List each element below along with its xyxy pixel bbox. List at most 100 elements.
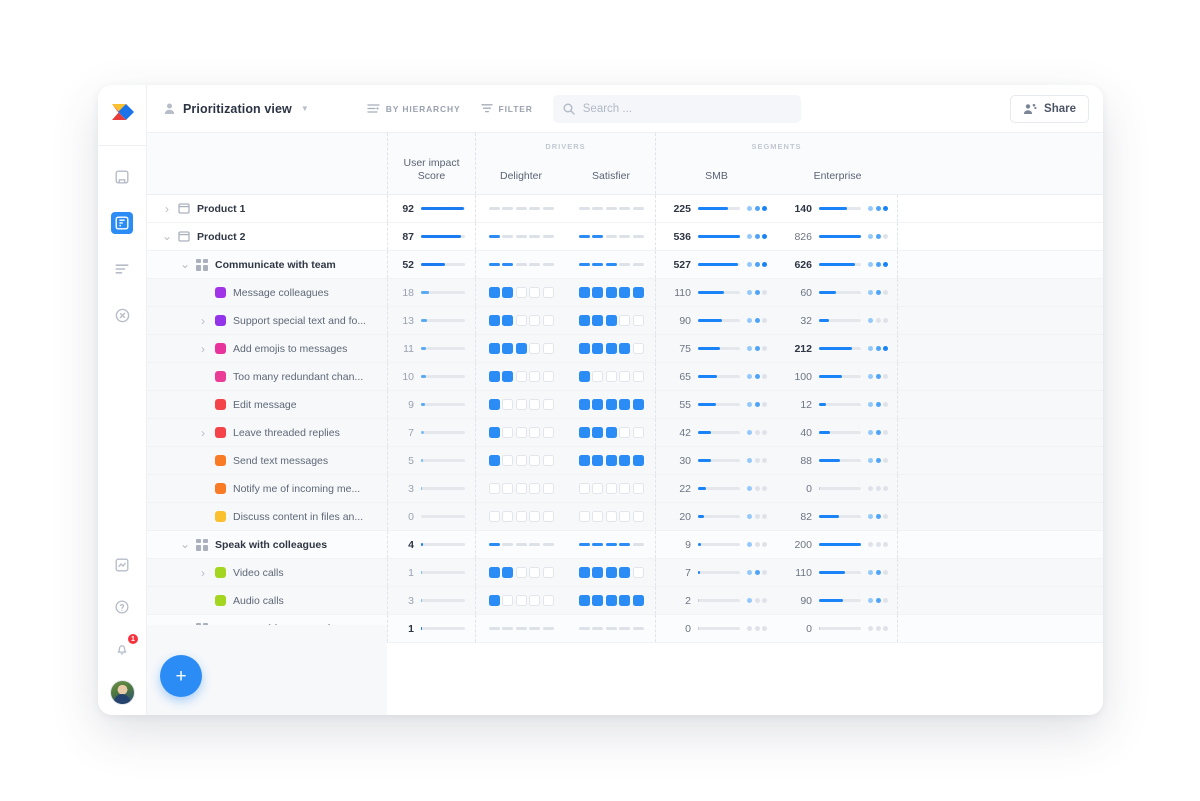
delighter-cell[interactable] — [476, 531, 566, 558]
enterprise-cell[interactable]: 826 — [777, 223, 898, 250]
enterprise-cell[interactable]: 212 — [777, 335, 898, 362]
row-score-cell[interactable]: 52 — [387, 251, 475, 278]
enterprise-cell[interactable]: 200 — [777, 531, 898, 558]
reports-icon[interactable] — [111, 554, 133, 576]
table-row[interactable]: › Support special text and fo... 13 90 32 — [147, 307, 1103, 335]
share-button[interactable]: Share — [1010, 94, 1089, 123]
delighter-cell[interactable] — [476, 223, 566, 250]
row-tree-cell[interactable]: Edit message — [147, 391, 387, 418]
delighter-cell[interactable] — [476, 335, 566, 362]
row-score-cell[interactable]: 87 — [387, 223, 475, 250]
smb-cell[interactable]: 30 — [656, 447, 777, 474]
twisty-expanded[interactable]: ⌄ — [159, 230, 175, 242]
enterprise-cell[interactable]: 90 — [777, 587, 898, 614]
header-satisfier[interactable]: Satisfier — [566, 151, 656, 194]
board-icon[interactable] — [111, 166, 133, 188]
delighter-cell[interactable] — [476, 475, 566, 502]
satisfier-cell[interactable] — [566, 475, 656, 502]
smb-cell[interactable]: 22 — [656, 475, 777, 502]
table-row[interactable]: Audio calls 3 2 90 — [147, 587, 1103, 615]
row-tree-cell[interactable]: › Add emojis to messages — [147, 335, 387, 362]
twisty-expanded[interactable]: ⌄ — [177, 258, 193, 270]
enterprise-cell[interactable]: 140 — [777, 195, 898, 222]
delighter-cell[interactable] — [476, 615, 566, 642]
satisfier-cell[interactable] — [566, 615, 656, 642]
enterprise-cell[interactable]: 60 — [777, 279, 898, 306]
enterprise-cell[interactable]: 0 — [777, 615, 898, 642]
satisfier-cell[interactable] — [566, 531, 656, 558]
enterprise-cell[interactable]: 0 — [777, 475, 898, 502]
enterprise-cell[interactable]: 100 — [777, 363, 898, 390]
row-tree-cell[interactable]: › Support special text and fo... — [147, 307, 387, 334]
enterprise-cell[interactable]: 82 — [777, 503, 898, 530]
enterprise-cell[interactable]: 626 — [777, 251, 898, 278]
avatar[interactable] — [109, 680, 135, 705]
delighter-cell[interactable] — [476, 307, 566, 334]
enterprise-cell[interactable]: 88 — [777, 447, 898, 474]
smb-cell[interactable]: 9 — [656, 531, 777, 558]
row-score-cell[interactable]: 0 — [387, 503, 475, 530]
row-tree-cell[interactable]: Too many redundant chan... — [147, 363, 387, 390]
table-row[interactable]: Edit message 9 55 12 — [147, 391, 1103, 419]
enterprise-cell[interactable]: 32 — [777, 307, 898, 334]
delighter-cell[interactable] — [476, 419, 566, 446]
smb-cell[interactable]: 42 — [656, 419, 777, 446]
table-row[interactable]: Notify me of incoming me... 3 22 0 — [147, 475, 1103, 503]
header-enterprise[interactable]: Enterprise — [777, 151, 898, 194]
twisty-collapsed[interactable]: › — [195, 342, 211, 356]
row-score-cell[interactable]: 92 — [387, 195, 475, 222]
app-logo[interactable] — [105, 97, 139, 131]
delighter-cell[interactable] — [476, 279, 566, 306]
satisfier-cell[interactable] — [566, 251, 656, 278]
row-tree-cell[interactable]: Audio calls — [147, 587, 387, 614]
table-row[interactable]: Too many redundant chan... 10 65 100 — [147, 363, 1103, 391]
delighter-cell[interactable] — [476, 195, 566, 222]
twisty-collapsed[interactable]: › — [195, 314, 211, 328]
search-box[interactable] — [552, 94, 801, 123]
table-row[interactable]: ⌄ Speak with colleagues 4 9 200 — [147, 531, 1103, 559]
row-tree-cell[interactable]: Notify me of incoming me... — [147, 475, 387, 502]
smb-cell[interactable]: 536 — [656, 223, 777, 250]
insights-icon[interactable] — [111, 304, 133, 326]
smb-cell[interactable]: 0 — [656, 615, 777, 642]
features-icon[interactable] — [111, 212, 133, 234]
smb-cell[interactable]: 90 — [656, 307, 777, 334]
smb-cell[interactable]: 527 — [656, 251, 777, 278]
twisty-expanded[interactable]: ⌄ — [177, 538, 193, 550]
twisty-collapsed[interactable]: › — [195, 566, 211, 580]
row-tree-cell[interactable]: ⌄ Product 2 — [147, 223, 387, 250]
table-row[interactable]: ⌄ Product 2 87 536 826 — [147, 223, 1103, 251]
satisfier-cell[interactable] — [566, 279, 656, 306]
row-tree-cell[interactable]: › Leave threaded replies — [147, 419, 387, 446]
row-score-cell[interactable]: 3 — [387, 475, 475, 502]
table-row[interactable]: › Video calls 1 7 110 — [147, 559, 1103, 587]
row-score-cell[interactable]: 11 — [387, 335, 475, 362]
table-row[interactable]: › Product 1 92 225 140 — [147, 195, 1103, 223]
table-row[interactable]: Message colleagues 18 110 60 — [147, 279, 1103, 307]
filter-button[interactable]: FILTER — [480, 103, 533, 114]
satisfier-cell[interactable] — [566, 419, 656, 446]
header-score-column[interactable]: User impact Score — [387, 133, 475, 194]
search-input[interactable] — [582, 102, 791, 115]
satisfier-cell[interactable] — [566, 363, 656, 390]
smb-cell[interactable]: 225 — [656, 195, 777, 222]
row-score-cell[interactable]: 5 — [387, 447, 475, 474]
table-row[interactable]: Send text messages 5 30 88 — [147, 447, 1103, 475]
satisfier-cell[interactable] — [566, 447, 656, 474]
satisfier-cell[interactable] — [566, 559, 656, 586]
smb-cell[interactable]: 2 — [656, 587, 777, 614]
smb-cell[interactable]: 75 — [656, 335, 777, 362]
smb-cell[interactable]: 65 — [656, 363, 777, 390]
row-score-cell[interactable]: 18 — [387, 279, 475, 306]
enterprise-cell[interactable]: 12 — [777, 391, 898, 418]
header-smb[interactable]: SMB — [656, 151, 777, 194]
row-tree-cell[interactable]: Send text messages — [147, 447, 387, 474]
header-delighter[interactable]: Delighter — [476, 151, 566, 194]
row-tree-cell[interactable]: ⌄ Speak with colleagues — [147, 531, 387, 558]
delighter-cell[interactable] — [476, 391, 566, 418]
smb-cell[interactable]: 7 — [656, 559, 777, 586]
satisfier-cell[interactable] — [566, 503, 656, 530]
satisfier-cell[interactable] — [566, 223, 656, 250]
row-score-cell[interactable]: 9 — [387, 391, 475, 418]
chevron-down-icon[interactable]: ▼ — [301, 104, 309, 113]
